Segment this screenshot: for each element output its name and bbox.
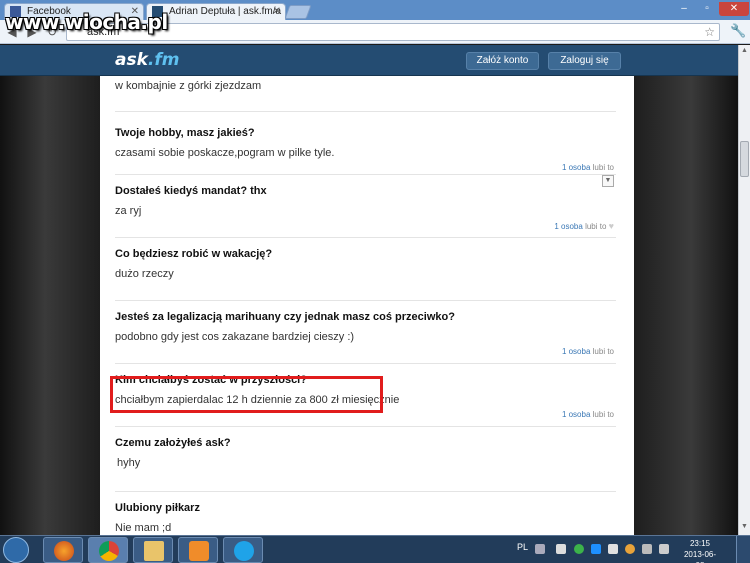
answers-feed: w kombajnie z górki zjezdzam Twoje hobby… xyxy=(100,76,634,535)
minimize-button[interactable]: – xyxy=(673,2,695,16)
scroll-up-icon[interactable]: ▲ xyxy=(741,47,748,54)
logo-suffix: .fm xyxy=(147,50,180,70)
update-icon[interactable] xyxy=(625,544,635,554)
likes-counter[interactable]: 1 osoba lubi to xyxy=(562,347,614,356)
answer-text: hyhy xyxy=(117,457,141,469)
answer-text: podobno gdy jest cos zakazane bardziej c… xyxy=(115,331,355,343)
logo-main: ask xyxy=(115,50,148,70)
firefox-icon xyxy=(54,541,74,561)
watermark-logo: www.wiocha.pl xyxy=(5,10,168,34)
login-button[interactable]: Zaloguj się xyxy=(548,52,621,70)
firefox-taskbar-button[interactable] xyxy=(43,537,83,563)
answer-text: Nie mam ;d xyxy=(115,522,172,534)
askfm-logo[interactable]: ask.fm xyxy=(115,50,179,70)
language-indicator[interactable]: PL xyxy=(517,542,528,552)
bluetooth-icon[interactable] xyxy=(591,544,601,554)
likes-counter[interactable]: 1 osoba lubi to xyxy=(562,410,614,419)
site-header: ask.fm Załóż konto Zaloguj się xyxy=(0,45,738,76)
security-icon[interactable] xyxy=(574,544,584,554)
skype-icon xyxy=(234,541,254,561)
qa-item: Jesteś za legalizacją marihuany czy jedn… xyxy=(115,301,616,364)
scrollbar-thumb[interactable] xyxy=(740,141,749,177)
qa-item: ▼ Dostałeś kiedyś mandat? thx za ryj 1 o… xyxy=(115,175,616,238)
likes-counter[interactable]: 1 osoba lubi to xyxy=(562,163,614,172)
likes-label: lubi to xyxy=(592,163,614,172)
clock-time: 23:15 xyxy=(689,539,711,548)
chrome-taskbar-button[interactable] xyxy=(88,537,128,563)
answer-text: za ryj xyxy=(115,205,142,217)
answer-text: chciałbym zapierdalac 12 h dziennie za 8… xyxy=(115,394,400,406)
windows-taskbar: PL 23:15 2013-06-08 xyxy=(0,535,750,563)
qa-item: Czemu założyłeś ask? hyhy xyxy=(115,427,616,492)
start-button[interactable] xyxy=(3,537,29,563)
page-scrollbar[interactable]: ▲ ▼ xyxy=(738,45,750,535)
qa-item: Kim chciałbyś zostać w przyszłości? chci… xyxy=(115,364,616,427)
background-art-right xyxy=(634,76,738,535)
scroll-down-icon[interactable]: ▼ xyxy=(741,523,748,530)
likes-count[interactable]: 1 osoba xyxy=(562,347,590,356)
question-text: Ulubiony piłkarz xyxy=(115,502,200,514)
answer-text: dużo rzeczy xyxy=(115,268,174,280)
answer-text: w kombajnie z górki zjezdzam xyxy=(115,80,262,92)
bookmark-star-icon[interactable]: ☆ xyxy=(704,24,715,40)
qa-item: Ulubiony piłkarz Nie mam ;d xyxy=(115,492,616,535)
likes-count[interactable]: 1 osoba xyxy=(562,410,590,419)
skype-taskbar-button[interactable] xyxy=(223,537,263,563)
answer-text: czasami sobie poskacze,pogram w pilke ty… xyxy=(115,147,335,159)
window-close-button[interactable]: ✕ xyxy=(719,2,749,16)
qa-item: w kombajnie z górki zjezdzam xyxy=(115,80,616,112)
volume-icon[interactable] xyxy=(556,544,566,554)
heart-icon[interactable]: ♥ xyxy=(609,221,614,231)
question-text: Dostałeś kiedyś mandat? thx xyxy=(115,185,267,197)
new-tab-button[interactable] xyxy=(284,5,312,19)
folder-icon xyxy=(144,541,164,561)
likes-count[interactable]: 1 osoba xyxy=(562,163,590,172)
keyboard-icon[interactable] xyxy=(535,544,545,554)
register-button[interactable]: Załóż konto xyxy=(466,52,539,70)
chrome-icon xyxy=(99,541,119,561)
likes-counter[interactable]: 1 osoba lubi to ♥ xyxy=(554,221,614,231)
wrench-menu-icon[interactable]: 🔧 xyxy=(730,24,746,38)
tab-label: Adrian Deptuła | ask.fm/a xyxy=(169,6,282,17)
clock-date: 2013-06-08 xyxy=(683,550,717,563)
question-text: Co będziesz robić w wakację? xyxy=(115,248,273,260)
media-player-taskbar-button[interactable] xyxy=(178,537,218,563)
question-text: Kim chciałbyś zostać w przyszłości? xyxy=(115,374,307,386)
close-tab-icon[interactable]: ✕ xyxy=(273,4,281,19)
question-text: Twoje hobby, masz jakieś? xyxy=(115,127,255,139)
likes-label: lubi to xyxy=(592,410,614,419)
likes-label: lubi to xyxy=(585,222,607,231)
likes-label: lubi to xyxy=(592,347,614,356)
speaker-icon[interactable] xyxy=(659,544,669,554)
question-text: Jesteś za legalizacją marihuany czy jedn… xyxy=(115,311,455,323)
maximize-button[interactable]: ▫ xyxy=(696,2,718,16)
background-art-left xyxy=(0,76,100,535)
explorer-taskbar-button[interactable] xyxy=(133,537,173,563)
likes-count[interactable]: 1 osoba xyxy=(554,222,582,231)
show-desktop-button[interactable] xyxy=(736,536,750,563)
question-text: Czemu założyłeś ask? xyxy=(115,437,231,449)
flag-icon[interactable] xyxy=(608,544,618,554)
system-clock[interactable]: 23:15 2013-06-08 xyxy=(680,538,720,563)
chevron-down-icon[interactable]: ▼ xyxy=(602,175,614,187)
media-player-icon xyxy=(189,541,209,561)
network-icon[interactable] xyxy=(642,544,652,554)
qa-item: Co będziesz robić w wakację? dużo rzeczy xyxy=(115,238,616,301)
qa-item: Twoje hobby, masz jakieś? czasami sobie … xyxy=(115,112,616,175)
